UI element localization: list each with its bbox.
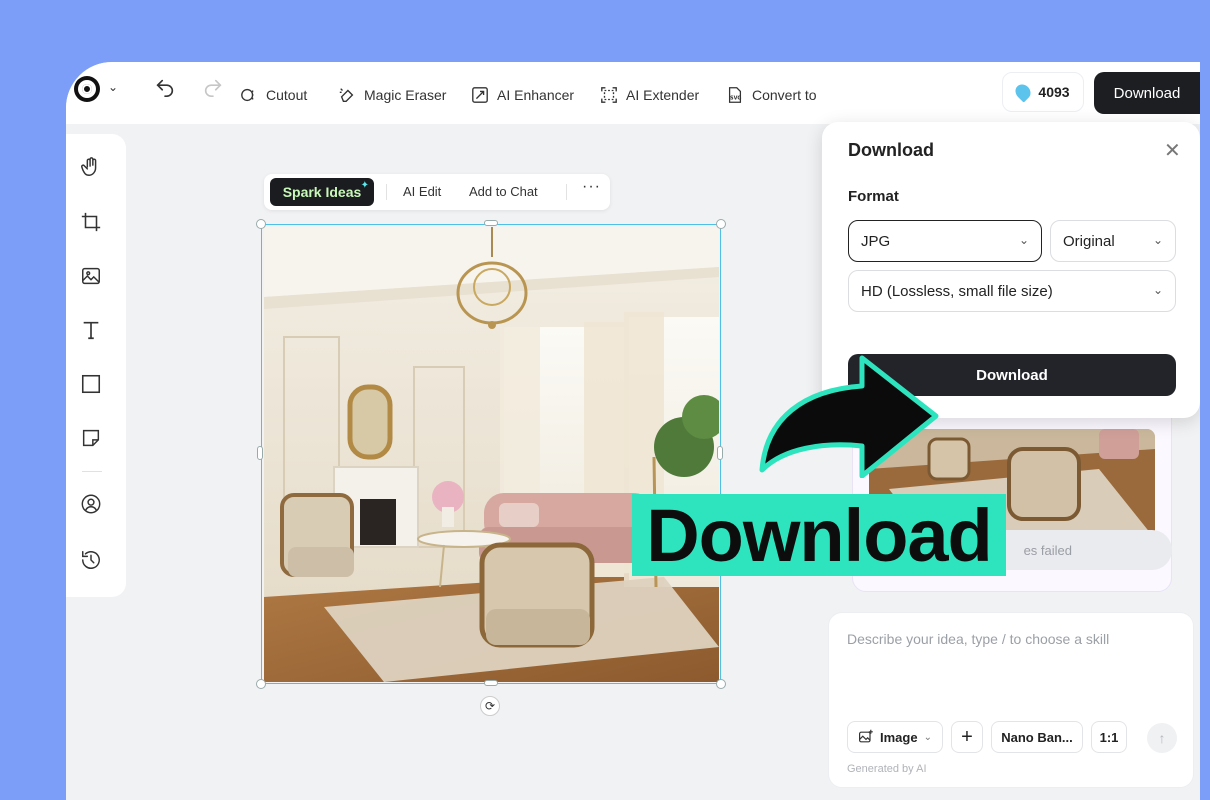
magic-eraser-label: Magic Eraser [364,87,447,103]
svg-icon: SVG [726,86,744,104]
svg-text:SVG: SVG [730,96,741,102]
extender-icon [600,86,618,104]
more-options-icon[interactable]: ··· [582,178,601,196]
ai-enhancer-label: AI Enhancer [497,87,575,103]
enhancer-icon [471,86,489,104]
canvas-toolbar: Spark Ideas ✦ AI Edit Add to Chat ··· [264,174,610,210]
text-icon[interactable] [80,319,102,341]
size-value: Original [1063,232,1115,250]
chevron-down-icon[interactable]: ⌄ [108,80,118,94]
hand-icon[interactable] [80,156,102,178]
top-download-button[interactable]: Download [1094,72,1200,114]
resize-handle[interactable] [717,446,723,460]
selected-image-frame[interactable] [261,224,721,684]
eraser-icon [338,86,356,104]
cutout-icon [240,86,258,104]
toolbar-divider [82,471,102,472]
image-mode-label: Image [880,729,918,745]
chat-input-placeholder[interactable]: Describe your idea, type / to choose a s… [847,631,1109,647]
room-image [264,227,719,682]
plus-icon: + [961,725,973,748]
ai-extender-label: AI Extender [626,87,700,103]
arrow-up-icon: ↑ [1158,730,1166,746]
resize-handle[interactable] [716,679,726,689]
avatar-icon[interactable] [80,493,102,515]
image-mode-button[interactable]: Image ⌄ [847,721,943,753]
close-icon[interactable]: ✕ [1164,138,1181,163]
cutout-label: Cutout [266,87,308,103]
image-add-icon [858,729,874,745]
credits-icon [1012,81,1035,103]
resize-handle[interactable] [257,446,263,460]
arrow-icon [759,355,939,478]
toolbar-divider [386,184,387,200]
chevron-down-icon: ⌄ [1152,283,1163,297]
undo-icon[interactable] [154,76,176,104]
sticker-icon[interactable] [80,427,102,449]
dialog-title: Download [848,140,934,160]
add-button[interactable]: + [951,721,983,753]
resize-handle[interactable] [484,680,498,686]
left-toolbar [66,134,126,597]
toolbar-divider [566,184,567,200]
image-icon[interactable] [80,265,102,287]
quality-select[interactable]: HD (Lossless, small file size) ⌄ [848,270,1176,312]
logo-icon[interactable] [74,76,100,102]
chat-input-box[interactable]: Describe your idea, type / to choose a s… [828,612,1194,788]
redo-icon[interactable] [202,76,224,104]
sparkle-icon: ✦ [360,180,369,191]
resize-handle[interactable] [484,220,498,226]
format-label: Format [848,188,899,205]
top-toolbar: ⌄ Cutout Magic Eraser AI Enhancer AI Ext… [66,62,1200,124]
history-icon[interactable] [80,549,102,571]
rotate-icon[interactable]: ⟳ [480,696,500,716]
ai-edit-button[interactable]: AI Edit [403,184,441,199]
magic-eraser-button[interactable]: Magic Eraser [338,84,446,106]
spark-ideas-label: Spark Ideas [282,184,362,200]
convert-to-label: Convert to [752,87,817,103]
add-to-chat-button[interactable]: Add to Chat [469,184,538,199]
credits-count: 4093 [1038,84,1070,100]
send-button[interactable]: ↑ [1147,723,1177,753]
app-window: ⌄ Cutout Magic Eraser AI Enhancer AI Ext… [66,62,1200,800]
size-select[interactable]: Original ⌄ [1050,220,1176,262]
resize-handle[interactable] [256,679,266,689]
generated-by-ai-note: Generated by AI [847,763,927,775]
credits-badge[interactable]: 4093 [1002,72,1084,112]
resize-handle[interactable] [716,219,726,229]
quality-value: HD (Lossless, small file size) [861,282,1053,300]
chevron-down-icon: ⌄ [1152,233,1163,247]
download-overlay-label: Download [632,494,1006,577]
ratio-select[interactable]: 1:1 [1091,721,1127,753]
spark-ideas-button[interactable]: Spark Ideas ✦ [270,178,374,206]
chevron-down-icon: ⌄ [923,731,932,743]
chevron-down-icon: ⌄ [1018,233,1029,247]
shape-icon[interactable] [80,373,102,395]
format-select[interactable]: JPG ⌄ [848,220,1042,262]
model-select[interactable]: Nano Ban... [991,721,1083,753]
convert-to-button[interactable]: SVG Convert to [726,84,817,106]
cutout-button[interactable]: Cutout [240,84,307,106]
ai-enhancer-button[interactable]: AI Enhancer [471,84,574,106]
format-value: JPG [861,232,891,250]
ai-extender-button[interactable]: AI Extender [600,84,699,106]
crop-icon[interactable] [80,211,102,233]
resize-handle[interactable] [256,219,266,229]
